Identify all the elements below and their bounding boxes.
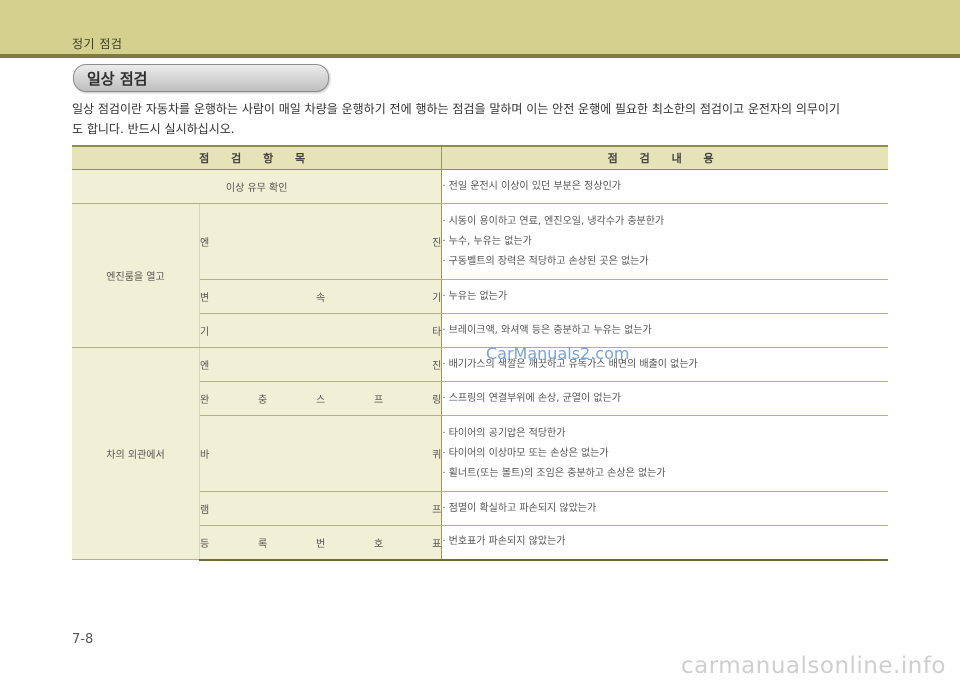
inspection-table: 점 검 항 목 점 검 내 용 이상 유무 확인 · 전일 운전시 이상이 있던… — [72, 145, 888, 561]
sub-item-char: 완 — [200, 395, 210, 406]
chapter-title: 정기 점검 — [72, 37, 123, 51]
header-inspection-item: 점 검 항 목 — [72, 145, 443, 170]
sub-item-char: 램 — [200, 505, 210, 516]
table-row: 엔진룸을 열고 엔 진 · 시동이 용이하고 연료, 엔진오일, 냉각수가 충분… — [72, 203, 888, 348]
sub-item-char: 타 — [432, 327, 442, 338]
sub-item-char: 등 — [200, 538, 210, 550]
content-cell: · 브레이크액, 와셔액 등은 충분하고 누유는 없는가 — [441, 313, 888, 348]
sub-item-char: 바 — [200, 450, 210, 461]
table-row: 이상 유무 확인 · 전일 운전시 이상이 있던 부분은 정상인가 — [72, 169, 888, 204]
sub-item-char: 속 — [316, 293, 326, 304]
sub-item-char: 엔 — [200, 238, 210, 249]
content-line: · 휠너트(또는 볼트)의 조임은 충분하고 손상은 없는가 — [442, 467, 666, 479]
content-cell: · 시동이 용이하고 연료, 엔진오일, 냉각수가 충분한가 · 누수, 누유는… — [441, 203, 888, 280]
intro-line-2: 도 합니다. 반드시 실시하십시오. — [72, 122, 235, 136]
sub-item-char: 변 — [200, 293, 210, 304]
content-cell: · 누유는 없는가 — [441, 279, 888, 314]
table-row: 차의 외관에서 엔 진 · 배기가스의 색깔은 깨끗하고 유독가스 배면의 배출… — [72, 347, 888, 560]
sub-item-char: 엔 — [200, 361, 210, 372]
category-cell: 엔진룸을 열고 — [72, 203, 200, 348]
site-watermark: carmanualsonline.info — [680, 653, 946, 679]
page-number: 7-8 — [72, 632, 94, 647]
content-line: · 타이어의 이상마모 또는 손상은 없는가 — [442, 447, 609, 459]
sub-item-char: 록 — [258, 538, 268, 550]
section-title-pill: 일상 점검 — [73, 64, 329, 92]
sub-item-char: 호 — [374, 538, 384, 550]
content-line: · 시동이 용이하고 연료, 엔진오일, 냉각수가 충분한가 — [442, 215, 665, 227]
content-cell: · 점멸이 확실하고 파손되지 않았는가 — [441, 491, 888, 526]
content-line: · 타이어의 공기압은 적당한가 — [442, 427, 566, 439]
sub-item-char: 표 — [432, 538, 442, 550]
table-header-row: 점 검 항 목 점 검 내 용 — [72, 145, 888, 170]
category-cell: 차의 외관에서 — [72, 347, 200, 560]
sub-item-cell: 변 속 기 — [199, 279, 443, 314]
content-cell: · 번호표가 파손되지 않았는가 — [441, 525, 888, 561]
sub-item-char: 충 — [258, 395, 268, 406]
header-band — [0, 0, 960, 54]
sub-item-char: 프 — [432, 505, 442, 516]
intro-line-1: 일상 점검이란 자동차를 운행하는 사람이 매일 차량을 운행하기 전에 행하는… — [72, 102, 840, 116]
sub-item-cell: 완 충 스 프 링 — [199, 381, 443, 416]
header-divider — [0, 54, 960, 58]
content-line: · 스프링의 연결부위에 손상, 균열이 없는가 — [442, 392, 621, 404]
content-line: · 구동벨트의 장력은 적당하고 손상된 곳은 없는가 — [442, 255, 649, 267]
item-cell: 이상 유무 확인 — [72, 169, 443, 204]
content-line: · 누유는 없는가 — [442, 290, 508, 302]
sub-item-cell: 등 록 번 호 표 — [199, 525, 443, 561]
content-cell: · 전일 운전시 이상이 있던 부분은 정상인가 — [441, 169, 888, 204]
section-title: 일상 점검 — [87, 70, 148, 88]
watermark-text: CarManuals2.com — [486, 344, 630, 363]
content-cell: · 스프링의 연결부위에 손상, 균열이 없는가 — [441, 381, 888, 416]
sub-item-cell: 엔 진 — [199, 347, 443, 382]
content-line: · 번호표가 파손되지 않았는가 — [442, 536, 566, 548]
header-inspection-content: 점 검 내 용 — [441, 145, 888, 170]
sub-item-char: 기 — [432, 293, 442, 304]
sub-item-cell: 엔 진 — [199, 203, 443, 280]
sub-item-char: 진 — [432, 238, 442, 249]
sub-item-char: 퀴 — [432, 450, 442, 461]
content-line: · 누수, 누유는 없는가 — [442, 235, 532, 247]
sub-item-char: 프 — [374, 395, 384, 406]
content-cell: · 타이어의 공기압은 적당한가 · 타이어의 이상마모 또는 손상은 없는가 … — [441, 415, 888, 492]
sub-item-char: 스 — [316, 395, 326, 406]
content-line: · 점멸이 확실하고 파손되지 않았는가 — [442, 502, 597, 514]
sub-item-cell: 기 타 — [199, 313, 443, 348]
intro-paragraph: 일상 점검이란 자동차를 운행하는 사람이 매일 차량을 운행하기 전에 행하는… — [72, 99, 902, 139]
sub-item-char: 링 — [432, 395, 442, 406]
content-line: · 전일 운전시 이상이 있던 부분은 정상인가 — [442, 180, 621, 192]
sub-item-char: 진 — [432, 361, 442, 372]
sub-item-char: 기 — [200, 327, 210, 338]
content-line: · 브레이크액, 와셔액 등은 충분하고 누유는 없는가 — [442, 324, 652, 336]
sub-item-cell: 램 프 — [199, 491, 443, 526]
sub-item-cell: 바 퀴 — [199, 415, 443, 492]
sub-item-char: 번 — [316, 538, 326, 550]
